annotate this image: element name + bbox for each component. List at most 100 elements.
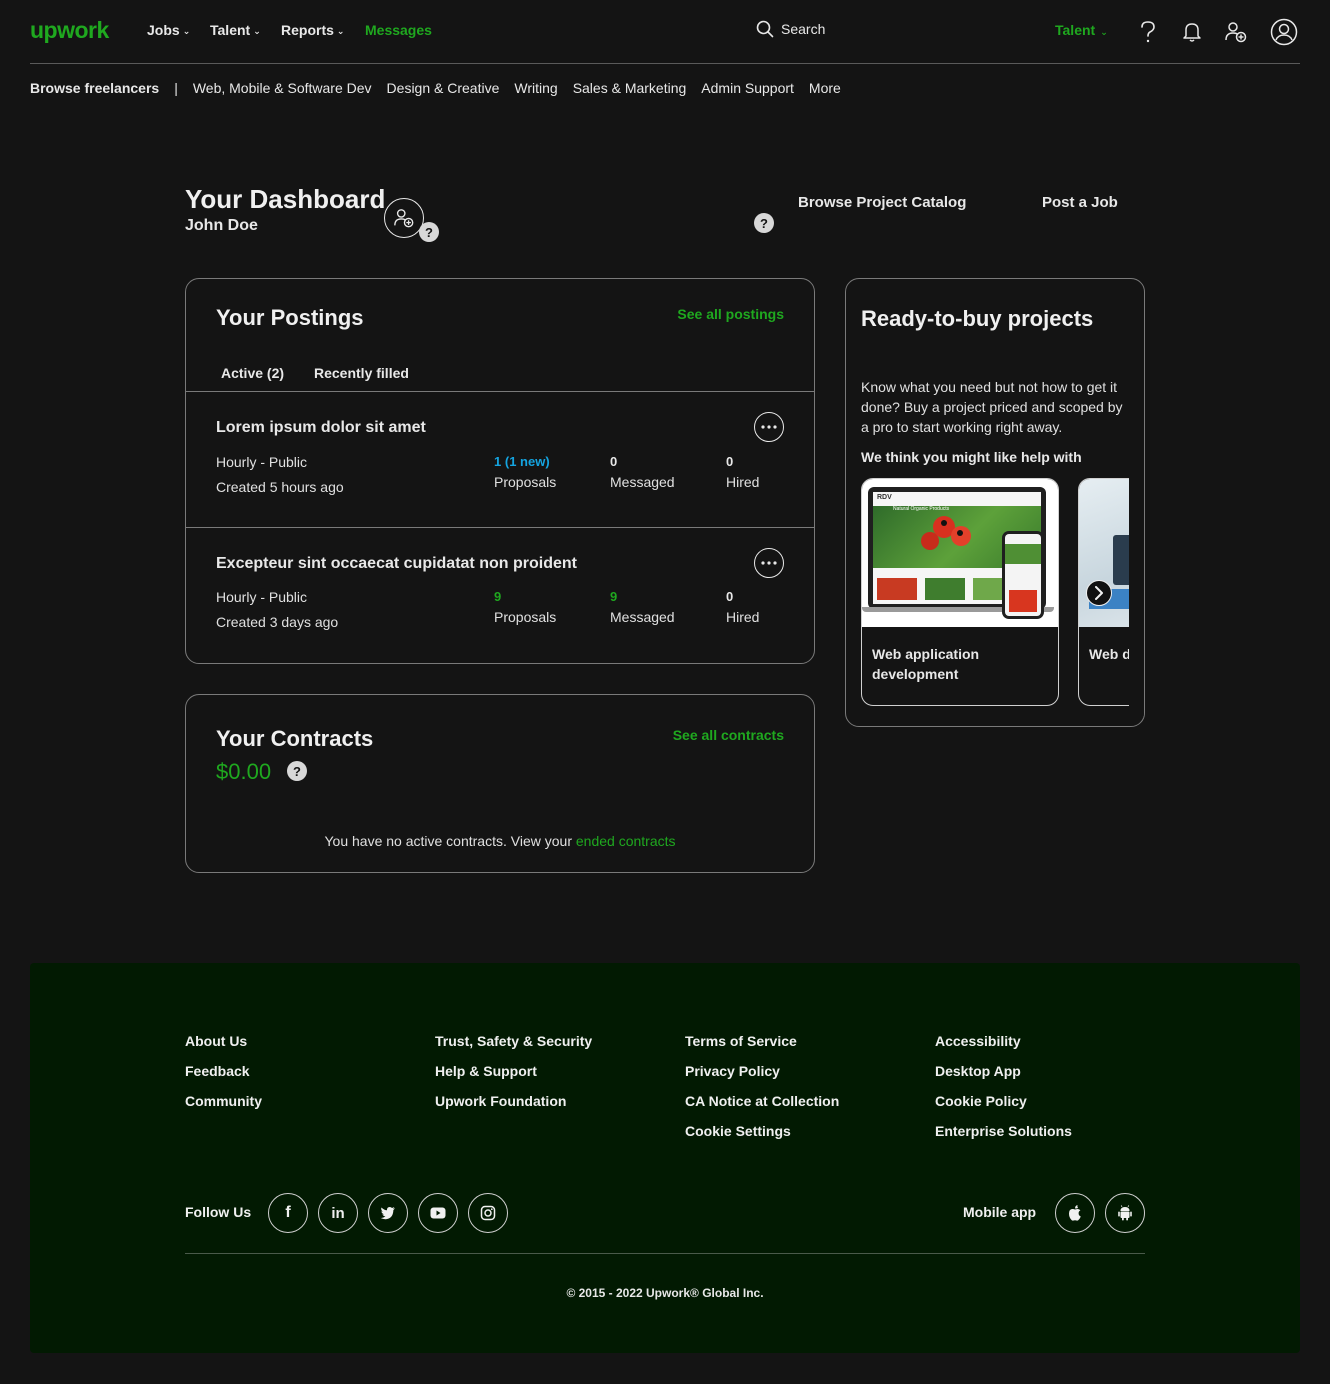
twitter-icon[interactable]: [368, 1193, 408, 1233]
footer-link-terms[interactable]: Terms of Service: [685, 1033, 839, 1049]
project-card[interactable]: RDV Natural Organic Products Web applica…: [861, 478, 1059, 706]
bell-icon[interactable]: [1177, 17, 1207, 47]
footer-link-help-support[interactable]: Help & Support: [435, 1063, 592, 1079]
hired-count: 0: [726, 589, 734, 604]
project-thumbnail: RDV Natural Organic Products: [862, 479, 1058, 627]
contracts-amount: $0.00: [216, 759, 272, 784]
postings-title: Your Postings: [216, 305, 364, 330]
footer-link-cookie-policy[interactable]: Cookie Policy: [935, 1093, 1072, 1109]
contracts-card: Your Contracts See all contracts $0.00 ?…: [185, 694, 815, 873]
footer-link-cookie-settings[interactable]: Cookie Settings: [685, 1123, 839, 1139]
apple-icon[interactable]: [1055, 1193, 1095, 1233]
add-user-icon: [394, 209, 414, 228]
youtube-icon[interactable]: [418, 1193, 458, 1233]
project-label: Web application development: [872, 646, 980, 682]
messaged-label: Messaged: [610, 609, 675, 625]
hired-count: 0: [726, 454, 734, 469]
screen-logo: RDV: [877, 494, 892, 501]
browse-project-catalog-link[interactable]: Browse Project Catalog: [798, 194, 966, 211]
proposals-label: Proposals: [494, 609, 557, 625]
footer-link-about-us[interactable]: About Us: [185, 1033, 262, 1049]
contracts-title: Your Contracts: [216, 726, 374, 751]
category-more[interactable]: More: [809, 80, 841, 96]
ready-to-buy-title: Ready-to-buy projects: [861, 306, 1094, 331]
posting-type: Hourly - Public: [216, 454, 308, 470]
category-separator: |: [174, 80, 178, 96]
posting-item[interactable]: Excepteur sint occaecat cupidatat non pr…: [186, 528, 814, 663]
footer-link-enterprise[interactable]: Enterprise Solutions: [935, 1123, 1072, 1139]
help-icon[interactable]: ?: [419, 222, 439, 242]
nav-reports[interactable]: Reports ⌄: [281, 22, 344, 38]
carousel-mask: [1129, 478, 1144, 718]
footer-column: Trust, Safety & Security Help & Support …: [435, 1033, 592, 1109]
postings-card: Your Postings See all postings Active (2…: [185, 278, 815, 664]
proposals-count[interactable]: 1 (1 new): [494, 454, 550, 469]
posting-more-button[interactable]: [754, 412, 784, 442]
messaged-count: 0: [610, 454, 618, 469]
see-all-postings-link[interactable]: See all postings: [677, 306, 784, 322]
nav-jobs[interactable]: Jobs ⌄: [147, 22, 190, 38]
chevron-down-icon: ⌄: [182, 26, 191, 36]
chevron-right-icon: [1095, 586, 1103, 600]
help-icon[interactable]: [1133, 17, 1163, 47]
tab-active[interactable]: Active (2): [221, 365, 284, 381]
ready-to-buy-card: Ready-to-buy projects Know what you need…: [845, 278, 1145, 727]
nav-messages[interactable]: Messages: [365, 22, 432, 38]
footer-column: Terms of Service Privacy Policy CA Notic…: [685, 1033, 839, 1139]
post-a-job-link[interactable]: Post a Job: [1042, 194, 1118, 211]
hired-label: Hired: [726, 609, 760, 625]
carousel-next-button[interactable]: [1086, 580, 1112, 606]
facebook-icon[interactable]: f: [268, 1193, 308, 1233]
category-bar: Browse freelancers | Web, Mobile & Softw…: [30, 80, 841, 96]
account-icon[interactable]: [1269, 17, 1299, 47]
add-user-icon[interactable]: [1221, 17, 1251, 47]
instagram-icon[interactable]: [468, 1193, 508, 1233]
browse-freelancers-link[interactable]: Browse freelancers: [30, 80, 159, 96]
ready-to-buy-subheading: We think you might like help with: [861, 449, 1082, 465]
tab-recently-filled[interactable]: Recently filled: [314, 365, 409, 381]
chevron-down-icon: ⌄: [1100, 27, 1108, 37]
footer-link-privacy[interactable]: Privacy Policy: [685, 1063, 839, 1079]
posting-more-button[interactable]: [754, 548, 784, 578]
linkedin-icon[interactable]: in: [318, 1193, 358, 1233]
posting-type: Hourly - Public: [216, 589, 308, 605]
search-button[interactable]: Search: [756, 20, 825, 38]
see-all-contracts-link[interactable]: See all contracts: [673, 727, 784, 743]
category-design-creative[interactable]: Design & Creative: [387, 80, 500, 96]
chevron-down-icon: ⌄: [253, 26, 261, 36]
footer-link-ca-notice[interactable]: CA Notice at Collection: [685, 1093, 839, 1109]
footer-link-trust-safety[interactable]: Trust, Safety & Security: [435, 1033, 592, 1049]
posting-title[interactable]: Excepteur sint occaecat cupidatat non pr…: [216, 555, 577, 573]
messaged-label: Messaged: [610, 474, 675, 490]
footer-divider: [185, 1253, 1145, 1254]
posting-title[interactable]: Lorem ipsum dolor sit amet: [216, 419, 426, 437]
footer-link-accessibility[interactable]: Accessibility: [935, 1033, 1072, 1049]
android-icon[interactable]: [1105, 1193, 1145, 1233]
project-label: Web d: [1089, 646, 1131, 662]
upwork-logo[interactable]: upwork: [30, 17, 109, 44]
ended-contracts-link[interactable]: ended contracts: [576, 833, 676, 849]
help-icon[interactable]: ?: [287, 761, 307, 781]
footer-column: Accessibility Desktop App Cookie Policy …: [935, 1033, 1072, 1139]
category-web-mobile-software[interactable]: Web, Mobile & Software Dev: [193, 80, 372, 96]
category-admin-support[interactable]: Admin Support: [701, 80, 794, 96]
posting-item[interactable]: Lorem ipsum dolor sit amet Hourly - Publ…: [186, 392, 814, 527]
help-icon[interactable]: ?: [754, 213, 774, 233]
proposals-count[interactable]: 9: [494, 589, 501, 604]
proposals-label: Proposals: [494, 474, 557, 490]
footer-link-community[interactable]: Community: [185, 1093, 262, 1109]
messaged-count[interactable]: 9: [610, 589, 617, 604]
footer-link-desktop-app[interactable]: Desktop App: [935, 1063, 1072, 1079]
category-sales-marketing[interactable]: Sales & Marketing: [573, 80, 687, 96]
talent-switch-dropdown[interactable]: Talent ⌄: [1055, 22, 1108, 38]
category-writing[interactable]: Writing: [514, 80, 557, 96]
phone-image: [1002, 531, 1044, 619]
user-name: John Doe: [185, 217, 258, 234]
nav-talent[interactable]: Talent ⌄: [210, 22, 261, 38]
footer-link-feedback[interactable]: Feedback: [185, 1063, 262, 1079]
follow-us-label: Follow Us: [185, 1204, 252, 1220]
team-avatar-button[interactable]: [384, 198, 424, 238]
footer-link-upwork-foundation[interactable]: Upwork Foundation: [435, 1093, 592, 1109]
posting-created: Created 3 days ago: [216, 614, 339, 630]
footer: About Us Feedback Community Trust, Safet…: [30, 963, 1300, 1353]
